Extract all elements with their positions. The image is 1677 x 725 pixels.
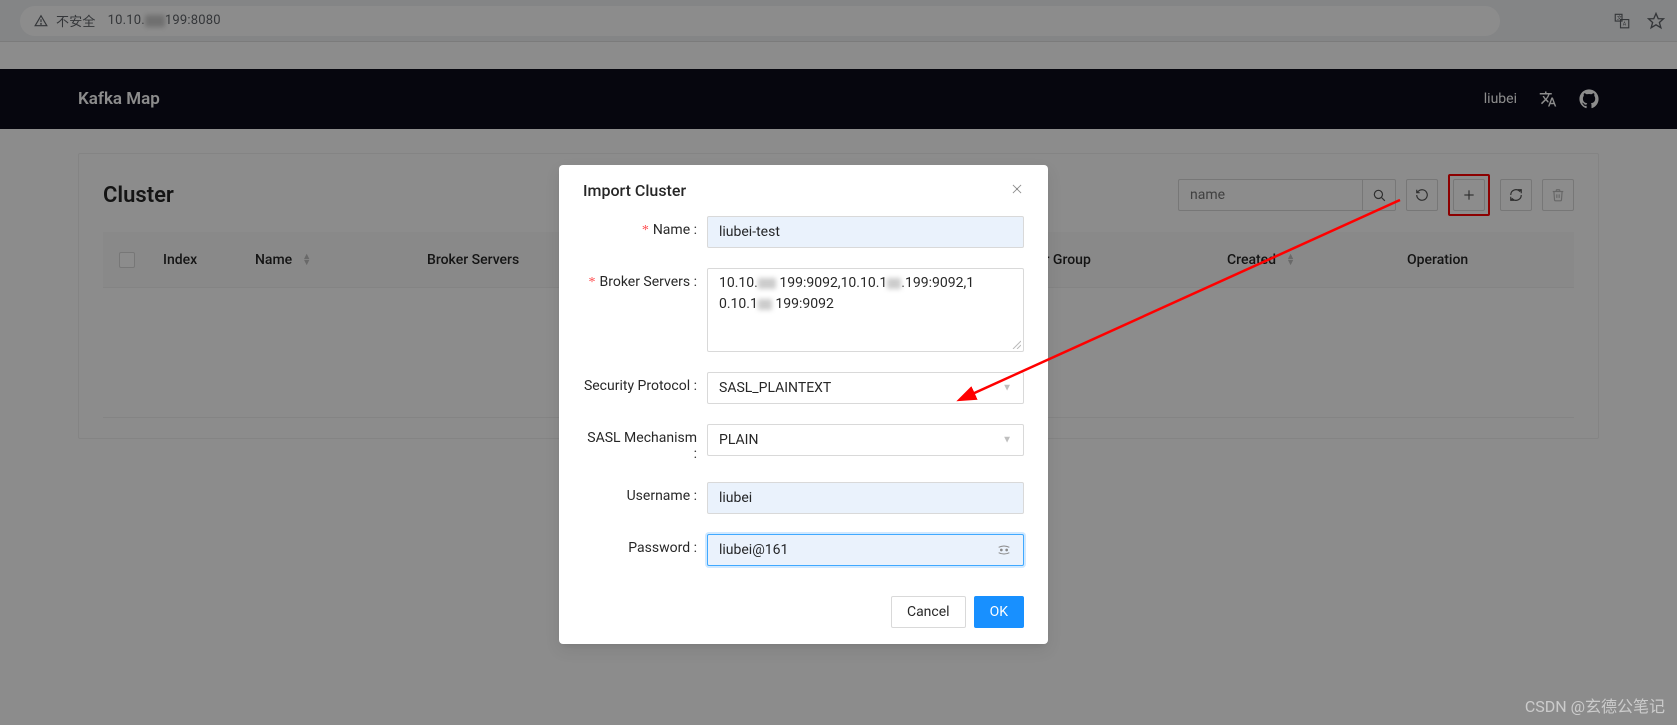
input-password[interactable]: liubei@161 xyxy=(707,534,1024,566)
input-name[interactable]: liubei-test xyxy=(707,216,1024,248)
password-visibility-icon[interactable] xyxy=(996,542,1012,558)
modal-close-button[interactable] xyxy=(1010,181,1024,200)
label-username: Username : xyxy=(583,482,707,504)
cancel-button[interactable]: Cancel xyxy=(891,596,966,628)
chevron-down-icon: ▼ xyxy=(1002,435,1012,446)
input-brokers[interactable]: 10.10. 199:9092,10.10.1.199:9092,10.10.1… xyxy=(707,268,1024,352)
label-password: Password : xyxy=(583,534,707,556)
ok-button[interactable]: OK xyxy=(974,596,1024,628)
modal-title: Import Cluster xyxy=(583,181,1010,200)
select-security-protocol[interactable]: SASL_PLAINTEXT▼ xyxy=(707,372,1024,404)
input-username[interactable]: liubei xyxy=(707,482,1024,514)
label-security: Security Protocol : xyxy=(583,372,707,394)
label-brokers: *Broker Servers : xyxy=(583,268,707,291)
select-sasl-mechanism[interactable]: PLAIN▼ xyxy=(707,424,1024,456)
label-sasl: SASL Mechanism : xyxy=(583,424,707,462)
label-name: *Name : xyxy=(583,216,707,239)
resize-handle-icon[interactable] xyxy=(1011,339,1021,349)
import-cluster-modal: Import Cluster *Name : liubei-test *Brok… xyxy=(559,165,1048,644)
chevron-down-icon: ▼ xyxy=(1002,383,1012,394)
